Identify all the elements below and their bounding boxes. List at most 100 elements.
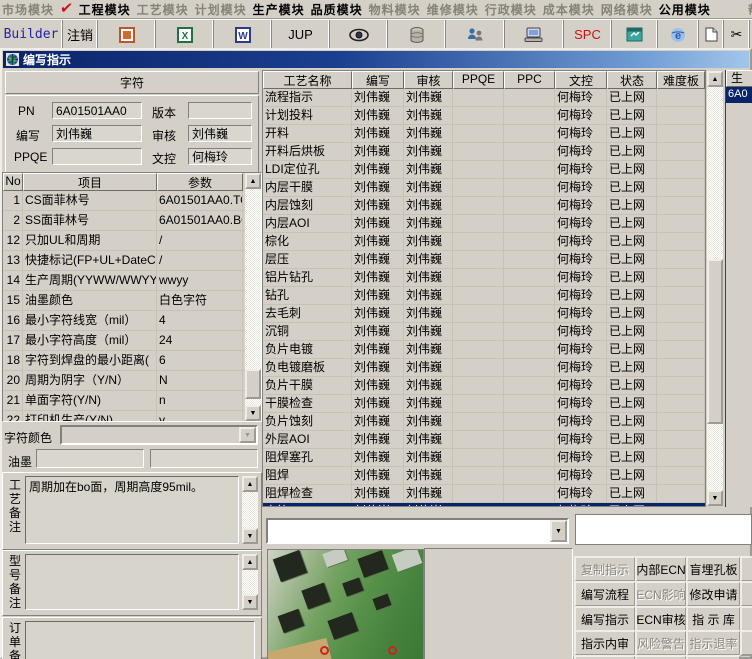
process-row-9[interactable]: 层压 刘伟巍 刘伟巍 何梅玲 已上网 [263, 251, 705, 269]
process-row-3[interactable]: 开料后烘板 刘伟巍 刘伟巍 何梅玲 已上网 [263, 143, 705, 161]
process-row-19[interactable]: 外层AOI 刘伟巍 刘伟巍 何梅玲 已上网 [263, 431, 705, 449]
params-row-21[interactable]: 21 单面字符(Y/N) n [3, 391, 261, 411]
scrollbar-thumb[interactable] [245, 369, 261, 399]
action-button-指示退率[interactable]: 指示退率 [686, 630, 741, 656]
pcb-photo[interactable] [267, 549, 424, 659]
scroll-up-icon[interactable]: ▲ [245, 173, 261, 189]
action-button-修改申请[interactable]: 修改申请 [686, 581, 741, 607]
scissors-icon[interactable]: ✂ [724, 20, 750, 49]
col-doc[interactable]: 文控 [555, 71, 607, 89]
process-note-scrollbar[interactable]: ▲ ▼ [242, 476, 258, 544]
logout-button[interactable]: 注销 [63, 20, 98, 49]
process-row-1[interactable]: 计划投料 刘伟巍 刘伟巍 何梅玲 已上网 [263, 107, 705, 125]
params-row-1[interactable]: 1 CS面菲林号 6A01501AA0.TO [3, 191, 261, 211]
browser-icon[interactable]: e [658, 20, 699, 49]
pn-field[interactable]: 6A01501AA0 [52, 102, 142, 119]
menu-item-2[interactable]: 工艺模块 [137, 1, 189, 18]
powerpoint-icon[interactable] [98, 20, 156, 49]
process-table-scrollbar[interactable]: ▲ ▼ [707, 71, 723, 506]
scroll-up-icon[interactable]: ▲ [707, 71, 723, 87]
version-field[interactable] [188, 102, 252, 119]
process-row-6[interactable]: 内层蚀刻 刘伟巍 刘伟巍 何梅玲 已上网 [263, 197, 705, 215]
ink-field-1[interactable] [36, 449, 144, 468]
action-button-风险警告[interactable]: 风险警告 [635, 630, 687, 656]
window-refresh-icon[interactable] [612, 20, 658, 49]
builder-button[interactable]: Builder [0, 20, 63, 49]
chevron-down-icon[interactable]: ▼ [239, 427, 256, 443]
params-col-item[interactable]: 项目 [23, 173, 157, 191]
process-row-23[interactable]: 字符刘伟巍刘伟巍何梅玲已上网 [263, 503, 705, 506]
process-row-4[interactable]: LDI定位孔 刘伟巍 刘伟巍 何梅玲 已上网 [263, 161, 705, 179]
process-note-text[interactable]: 周期加在bo面，周期高度95mil。 [25, 476, 239, 544]
model-note-text[interactable] [25, 554, 239, 610]
process-row-7[interactable]: 内层AOI 刘伟巍 刘伟巍 何梅玲 已上网 [263, 215, 705, 233]
scroll-up-icon[interactable]: ▲ [242, 476, 258, 492]
process-row-5[interactable]: 内层干膜 刘伟巍 刘伟巍 何梅玲 已上网 [263, 179, 705, 197]
side-list-header[interactable]: 生 [726, 70, 752, 87]
process-row-0[interactable]: 流程指示 刘伟巍 刘伟巍 何梅玲 已上网 [263, 89, 705, 107]
scroll-down-icon[interactable]: ▼ [707, 490, 723, 506]
eye-icon[interactable] [330, 20, 388, 49]
params-table-scrollbar[interactable]: ▲ ▼ [245, 173, 261, 421]
word-icon[interactable]: W [214, 20, 272, 49]
params-row-22[interactable]: 22 打印机生产(Y/N) y [3, 411, 261, 421]
action-button-指 示 库[interactable]: 指 示 库 [686, 606, 741, 632]
side-list-selected-item[interactable]: 6A0 [726, 87, 752, 103]
col-difficulty[interactable]: 难度板 [657, 71, 705, 89]
process-row-13[interactable]: 沉铜 刘伟巍 刘伟巍 何梅玲 已上网 [263, 323, 705, 341]
menu-item-6[interactable]: 物料模块 [369, 1, 421, 18]
params-col-no[interactable]: No [3, 173, 23, 191]
action-button-内部ECN[interactable]: 内部ECN [635, 556, 687, 582]
scroll-down-icon[interactable]: ▼ [242, 594, 258, 610]
action-button-报[interactable]: 报 [740, 556, 752, 582]
action-button-ECN影响[interactable]: ECN影响 [635, 581, 687, 607]
menu-item-1[interactable]: 工程模块 [79, 1, 131, 18]
process-row-21[interactable]: 阻焊 刘伟巍 刘伟巍 何梅玲 已上网 [263, 467, 705, 485]
params-row-16[interactable]: 16 最小字符线宽（mil） 4 [3, 311, 261, 331]
params-row-14[interactable]: 14 生产周期(YYWW/WWYY) wwyy [3, 271, 261, 291]
params-row-18[interactable]: 18 字符到焊盘的最小距离(6 [3, 351, 261, 371]
col-writer[interactable]: 编写 [352, 71, 404, 89]
window-titlebar[interactable]: 编写指示 [3, 51, 749, 68]
menu-item-11[interactable]: 公用模块 [659, 1, 711, 18]
process-row-18[interactable]: 负片蚀刻 刘伟巍 刘伟巍 何梅玲 已上网 [263, 413, 705, 431]
order-note-text[interactable] [25, 621, 255, 659]
ppqe-field[interactable] [52, 148, 142, 165]
chevron-down-icon[interactable]: ▼ [550, 520, 567, 542]
scroll-up-icon[interactable]: ▲ [242, 554, 258, 570]
computer-icon[interactable] [505, 20, 564, 49]
process-row-2[interactable]: 开料 刘伟巍 刘伟巍 何梅玲 已上网 [263, 125, 705, 143]
menu-item-10[interactable]: 网络模块 [601, 1, 653, 18]
model-note-scrollbar[interactable]: ▲ ▼ [242, 554, 258, 610]
action-button-指示内审[interactable]: 指示内审 [574, 630, 636, 656]
users-icon[interactable] [446, 20, 505, 49]
menu-item-5[interactable]: 品质模块 [311, 1, 363, 18]
menu-item-4[interactable]: 生产模块 [253, 1, 305, 18]
process-row-16[interactable]: 负片干膜 刘伟巍 刘伟巍 何梅玲 已上网 [263, 377, 705, 395]
params-row-20[interactable]: 20 周期为阴字（Y/N） N [3, 371, 261, 391]
scrollbar-thumb[interactable] [707, 259, 723, 424]
process-row-22[interactable]: 阻焊检查 刘伟巍 刘伟巍 何梅玲 已上网 [263, 485, 705, 503]
params-row-17[interactable]: 17 最小字符高度（mil） 24 [3, 331, 261, 351]
col-status[interactable]: 状态 [607, 71, 657, 89]
col-process-name[interactable]: 工艺名称 [263, 71, 352, 89]
spc-button[interactable]: SPC [564, 20, 612, 49]
action-button-粗[interactable]: 粗 [740, 606, 752, 632]
params-row-13[interactable]: 13 快捷标记(FP+UL+DateCo / [3, 251, 261, 271]
action-button-复制指示[interactable]: 复制指示 [574, 556, 636, 582]
menu-item-12[interactable]: 帮 [748, 1, 752, 18]
menu-item-3[interactable]: 计划模块 [195, 1, 247, 18]
params-col-value[interactable]: 参数 [157, 173, 243, 191]
doc-field[interactable]: 何梅玲 [188, 148, 252, 165]
col-auditor[interactable]: 审核 [404, 71, 453, 89]
menu-item-9[interactable]: 成本模块 [543, 1, 595, 18]
menu-item-8[interactable]: 行政模块 [485, 1, 537, 18]
database-icon[interactable] [388, 20, 446, 49]
menu-item-7[interactable]: 维修模块 [427, 1, 479, 18]
info-box[interactable] [575, 514, 752, 545]
remark-combobox[interactable]: ▼ [266, 518, 569, 544]
params-row-15[interactable]: 15 油墨颜色 白色字符 [3, 291, 261, 311]
scroll-down-icon[interactable]: ▼ [242, 528, 258, 544]
process-row-11[interactable]: 钻孔 刘伟巍 刘伟巍 何梅玲 已上网 [263, 287, 705, 305]
col-ppqe[interactable]: PPQE [453, 71, 504, 89]
